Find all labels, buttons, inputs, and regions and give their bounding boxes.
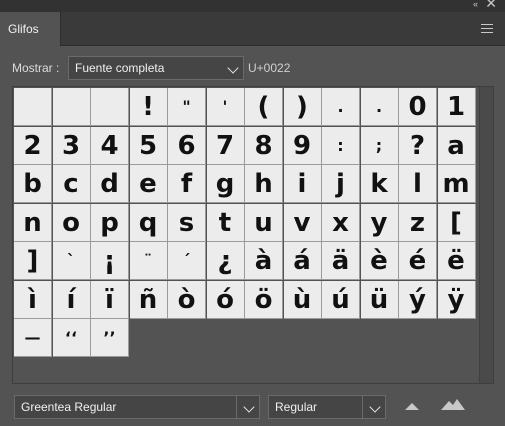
- glyph-cell[interactable]: u: [245, 203, 283, 242]
- glyph-cell[interactable]: 9: [283, 126, 322, 165]
- chevron-down-icon: [369, 401, 381, 413]
- unicode-readout: U+0022: [248, 61, 291, 75]
- glyph-cell[interactable]: p: [91, 203, 129, 242]
- glyph-cell[interactable]: l: [399, 165, 437, 203]
- glyph-cell[interactable]: 2: [14, 126, 52, 165]
- glyph-cell[interactable]: ?: [399, 126, 437, 165]
- glyph-cell[interactable]: :: [322, 126, 360, 165]
- panel-tabbar: Glifos: [0, 12, 505, 46]
- glyph-cell[interactable]: ë: [437, 242, 476, 280]
- glyph-cell[interactable]: ": [168, 88, 206, 126]
- glyph-cell[interactable]: g: [206, 165, 245, 203]
- mountain-large-icon[interactable]: [441, 398, 465, 410]
- glyph-cell[interactable]: ä: [322, 242, 360, 280]
- glyph-cell[interactable]: á: [283, 242, 322, 280]
- glyph-cell[interactable]: .: [322, 88, 360, 126]
- glyph-cell[interactable]: è: [360, 242, 399, 280]
- glyph-cell[interactable]: h: [245, 165, 283, 203]
- glyph-cell[interactable]: s: [168, 203, 206, 242]
- glyph-cell[interactable]: 3: [52, 126, 91, 165]
- glyph-cell[interactable]: z: [399, 203, 437, 242]
- glyph-cell[interactable]: ': [206, 88, 245, 126]
- font-family-value: Greentea Regular: [21, 400, 117, 414]
- glyph-cell[interactable]: é: [399, 242, 437, 280]
- glyph-cell[interactable]: a: [437, 126, 476, 165]
- hamburger-icon[interactable]: [481, 24, 493, 34]
- glyph-cell[interactable]: ‘‘: [52, 319, 91, 357]
- glyph-cell[interactable]: ñ: [129, 280, 168, 319]
- glyph-cell[interactable]: n: [14, 203, 52, 242]
- glyph-cell[interactable]: à: [245, 242, 283, 280]
- glyph-cell[interactable]: ý: [399, 280, 437, 319]
- glyph-cell[interactable]: [91, 88, 129, 126]
- font-style-value: Regular: [275, 400, 318, 414]
- show-label: Mostrar :: [12, 61, 60, 75]
- glyph-cell[interactable]: ¡: [91, 242, 129, 280]
- glyph-cell[interactable]: ÿ: [437, 280, 476, 319]
- glyph-cell[interactable]: ö: [245, 280, 283, 319]
- glyph-cell[interactable]: y: [360, 203, 399, 242]
- glyph-cell[interactable]: ò: [168, 280, 206, 319]
- chevron-down-icon: [243, 401, 255, 413]
- glyph-cell[interactable]: —: [14, 319, 52, 357]
- glyph-cell[interactable]: j: [322, 165, 360, 203]
- glyph-cell[interactable]: ú: [322, 280, 360, 319]
- glyph-cell[interactable]: !: [129, 88, 168, 126]
- glyph-cell[interactable]: ´: [168, 242, 206, 280]
- font-style-dropdown[interactable]: Regular: [268, 395, 386, 419]
- glyph-cell[interactable]: 8: [245, 126, 283, 165]
- close-icon[interactable]: ✕: [485, 0, 497, 10]
- collapse-icon[interactable]: «: [473, 0, 478, 10]
- glyph-cell[interactable]: ù: [283, 280, 322, 319]
- glyph-cell[interactable]: ;: [360, 126, 399, 165]
- glyph-cell[interactable]: ¨: [129, 242, 168, 280]
- vertical-scrollbar[interactable]: [479, 87, 493, 383]
- glyph-cell[interactable]: `: [52, 242, 91, 280]
- glyph-cell[interactable]: ï: [91, 280, 129, 319]
- glyph-cell[interactable]: ü: [360, 280, 399, 319]
- glyph-cell[interactable]: f: [168, 165, 206, 203]
- panel-titlebar: « ✕: [0, 0, 505, 12]
- glyph-cell[interactable]: [: [437, 203, 476, 242]
- glyph-cell[interactable]: k: [360, 165, 399, 203]
- glyph-cell[interactable]: ’’: [91, 319, 129, 357]
- glyph-cell[interactable]: 7: [206, 126, 245, 165]
- glyph-cell[interactable]: o: [52, 203, 91, 242]
- glyph-cell[interactable]: e: [129, 165, 168, 203]
- glyph-cell[interactable]: 6: [168, 126, 206, 165]
- glyph-cell[interactable]: [14, 88, 52, 126]
- glyph-cell[interactable]: ]: [14, 242, 52, 280]
- bottom-bar: Greentea Regular Regular: [0, 384, 505, 426]
- glyph-cell[interactable]: ): [283, 88, 322, 126]
- glyph-cell[interactable]: í: [52, 280, 91, 319]
- mountain-small-icon[interactable]: [405, 400, 419, 410]
- glyph-cell[interactable]: q: [129, 203, 168, 242]
- glyph-cell[interactable]: ó: [206, 280, 245, 319]
- glyph-cell[interactable]: ì: [14, 280, 52, 319]
- glyph-cell[interactable]: (: [245, 88, 283, 126]
- glyph-cell[interactable]: x: [322, 203, 360, 242]
- glyph-cell[interactable]: [52, 88, 91, 126]
- show-dropdown[interactable]: Fuente completa: [68, 56, 244, 80]
- glyph-cell[interactable]: i: [283, 165, 322, 203]
- glyph-cell[interactable]: b: [14, 165, 52, 203]
- font-family-dropdown[interactable]: Greentea Regular: [14, 395, 260, 419]
- glyph-cell[interactable]: 0: [399, 88, 437, 126]
- glyph-cell[interactable]: 4: [91, 126, 129, 165]
- glyph-cell[interactable]: ¿: [206, 242, 245, 280]
- glyph-cell[interactable]: 5: [129, 126, 168, 165]
- show-dropdown-value: Fuente completa: [75, 61, 165, 75]
- glyph-cell[interactable]: .: [360, 88, 399, 126]
- tab-glyphs[interactable]: Glifos: [0, 12, 61, 46]
- glyph-cell[interactable]: t: [206, 203, 245, 242]
- glyph-cell[interactable]: m: [437, 165, 476, 203]
- glyph-cell[interactable]: v: [283, 203, 322, 242]
- glyph-cell[interactable]: d: [91, 165, 129, 203]
- glyph-grid-frame: ! " '().. 0 1 2 3 4 5 6 7 8 9:;? a b c d e f g h i j k l m n o p q s t u…: [12, 86, 494, 384]
- glyph-cell[interactable]: c: [52, 165, 91, 203]
- chevron-down-icon: [227, 62, 239, 74]
- glyph-cell[interactable]: 1: [437, 88, 476, 126]
